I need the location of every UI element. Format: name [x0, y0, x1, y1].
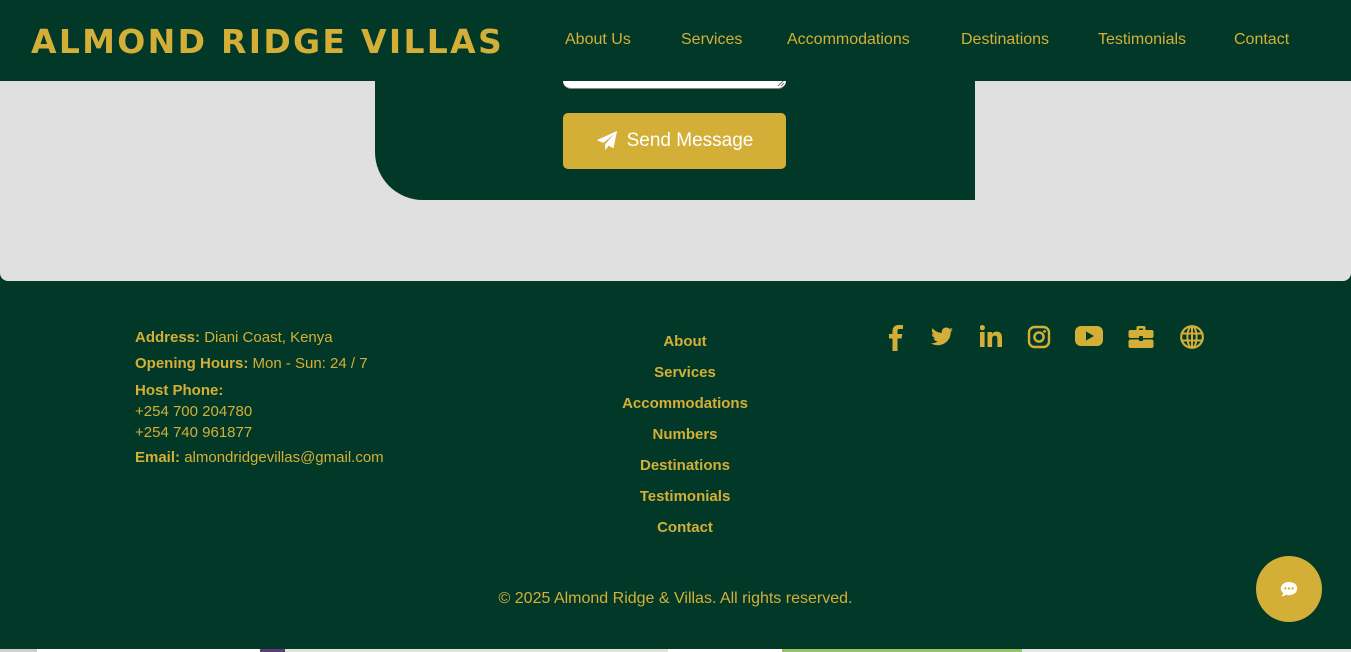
contact-info: Address: Diani Coast, Kenya Opening Hour… — [135, 328, 384, 474]
send-message-button[interactable]: Send Message — [563, 113, 786, 169]
contact-section: Send Message — [0, 71, 1351, 281]
nav-contact[interactable]: Contact — [1234, 31, 1289, 49]
footer-link-about[interactable]: About — [560, 332, 810, 363]
nav-services[interactable]: Services — [681, 31, 742, 49]
hours-line: Opening Hours: Mon - Sun: 24 / 7 — [135, 354, 384, 380]
hours-label: Opening Hours: — [135, 355, 249, 372]
phone-number-1[interactable]: +254 700 204780 — [135, 401, 384, 422]
footer-link-contact[interactable]: Contact — [560, 518, 810, 549]
phone-number-2[interactable]: +254 740 961877 — [135, 422, 384, 443]
instagram-icon[interactable] — [1027, 325, 1051, 349]
email-value[interactable]: almondridgevillas@gmail.com — [184, 449, 383, 466]
footer-links: About Services Accommodations Numbers De… — [560, 332, 810, 549]
address-line: Address: Diani Coast, Kenya — [135, 328, 384, 354]
footer-link-destinations[interactable]: Destinations — [560, 456, 810, 487]
address-value: Diani Coast, Kenya — [204, 329, 333, 346]
footer-link-services[interactable]: Services — [560, 363, 810, 394]
phone-label: Host Phone: — [135, 382, 224, 399]
facebook-icon[interactable] — [886, 325, 906, 351]
send-message-label: Send Message — [626, 130, 754, 151]
globe-icon[interactable] — [1180, 325, 1204, 349]
site-header: ALMOND RIDGE VILLAS About Us Services Ac… — [0, 0, 1351, 81]
nav-accommodations[interactable]: Accommodations — [787, 31, 910, 49]
twitter-icon[interactable] — [929, 325, 955, 349]
nav-testimonials[interactable]: Testimonials — [1098, 31, 1186, 49]
email-line: Email: almondridgevillas@gmail.com — [135, 448, 384, 474]
nav-about-us[interactable]: About Us — [565, 31, 631, 49]
chat-bubble-icon — [1280, 582, 1298, 597]
hours-value: Mon - Sun: 24 / 7 — [252, 355, 368, 372]
paper-plane-icon — [596, 130, 617, 151]
phone-block: Host Phone: +254 700 204780 +254 740 961… — [135, 380, 384, 443]
youtube-icon[interactable] — [1075, 325, 1103, 347]
footer-link-testimonials[interactable]: Testimonials — [560, 487, 810, 518]
copyright-text: © 2025 Almond Ridge & Villas. All rights… — [498, 590, 853, 607]
address-label: Address: — [135, 329, 201, 346]
briefcase-icon[interactable] — [1128, 325, 1154, 349]
email-label: Email: — [135, 449, 181, 466]
contact-form-card: Send Message — [375, 71, 975, 200]
linkedin-icon[interactable] — [980, 325, 1002, 347]
site-footer: Address: Diani Coast, Kenya Opening Hour… — [0, 281, 1351, 652]
chat-button[interactable] — [1256, 556, 1322, 622]
nav-destinations[interactable]: Destinations — [961, 31, 1049, 49]
footer-link-numbers[interactable]: Numbers — [560, 425, 810, 456]
footer-link-accommodations[interactable]: Accommodations — [560, 394, 810, 425]
main-nav: About Us Services Accommodations Destina… — [0, 31, 1351, 51]
